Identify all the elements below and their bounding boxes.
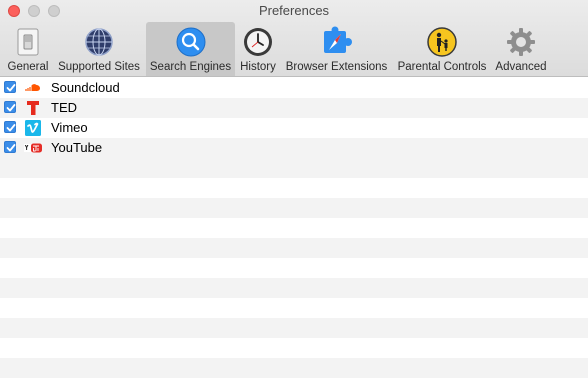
tab-label: History bbox=[240, 61, 276, 73]
engine-name: YouTube bbox=[51, 140, 103, 155]
window-title: Preferences bbox=[258, 3, 330, 18]
gear-icon bbox=[507, 28, 535, 56]
tab-label: Advanced bbox=[495, 61, 547, 73]
tab-advanced[interactable]: Advanced bbox=[493, 22, 549, 76]
tab-search-engines[interactable]: Search Engines bbox=[146, 22, 235, 76]
ted-icon bbox=[27, 101, 39, 115]
search-engines-list: Soundcloud TED Vimeo YouTube bbox=[0, 78, 588, 378]
list-item-soundcloud[interactable]: Soundcloud bbox=[0, 78, 588, 98]
tab-history[interactable]: History bbox=[237, 22, 279, 76]
globe-icon bbox=[85, 28, 113, 56]
ted-checkbox[interactable] bbox=[4, 101, 16, 113]
tab-supported-sites[interactable]: Supported Sites bbox=[54, 22, 144, 76]
soundcloud-checkbox[interactable] bbox=[4, 81, 16, 93]
empty-row bbox=[0, 198, 588, 218]
clock-icon bbox=[244, 28, 272, 56]
empty-row bbox=[0, 158, 588, 178]
tab-general[interactable]: General bbox=[4, 22, 52, 76]
general-switch-icon bbox=[17, 28, 39, 56]
youtube-checkbox[interactable] bbox=[4, 141, 16, 153]
list-item-youtube[interactable]: YouTube bbox=[0, 138, 588, 158]
vimeo-checkbox[interactable] bbox=[4, 121, 16, 133]
tab-label: Search Engines bbox=[149, 61, 232, 73]
tab-label: Supported Sites bbox=[58, 61, 140, 73]
youtube-icon bbox=[24, 143, 42, 153]
empty-row bbox=[0, 358, 588, 378]
tab-label: Parental Controls bbox=[397, 61, 487, 73]
toolbar: Preferences General Supported Sites Sear… bbox=[0, 0, 588, 77]
list-item-ted[interactable]: TED bbox=[0, 98, 588, 118]
vimeo-icon bbox=[25, 120, 41, 136]
engine-name: Soundcloud bbox=[51, 80, 120, 95]
engine-name: TED bbox=[51, 100, 77, 115]
tab-parental-controls[interactable]: Parental Controls bbox=[394, 22, 490, 76]
tab-label: Browser Extensions bbox=[285, 61, 388, 73]
empty-row bbox=[0, 318, 588, 338]
parental-controls-icon bbox=[427, 27, 457, 57]
empty-row bbox=[0, 238, 588, 258]
list-item-vimeo[interactable]: Vimeo bbox=[0, 118, 588, 138]
magnifier-icon bbox=[176, 27, 205, 57]
soundcloud-icon bbox=[25, 84, 40, 91]
empty-row bbox=[0, 278, 588, 298]
engine-name: Vimeo bbox=[51, 120, 88, 135]
tab-label: General bbox=[7, 61, 49, 73]
compass-puzzle-icon bbox=[323, 26, 352, 53]
preferences-window: Preferences General Supported Sites Sear… bbox=[0, 0, 588, 378]
tab-browser-extensions[interactable]: Browser Extensions bbox=[283, 22, 390, 76]
